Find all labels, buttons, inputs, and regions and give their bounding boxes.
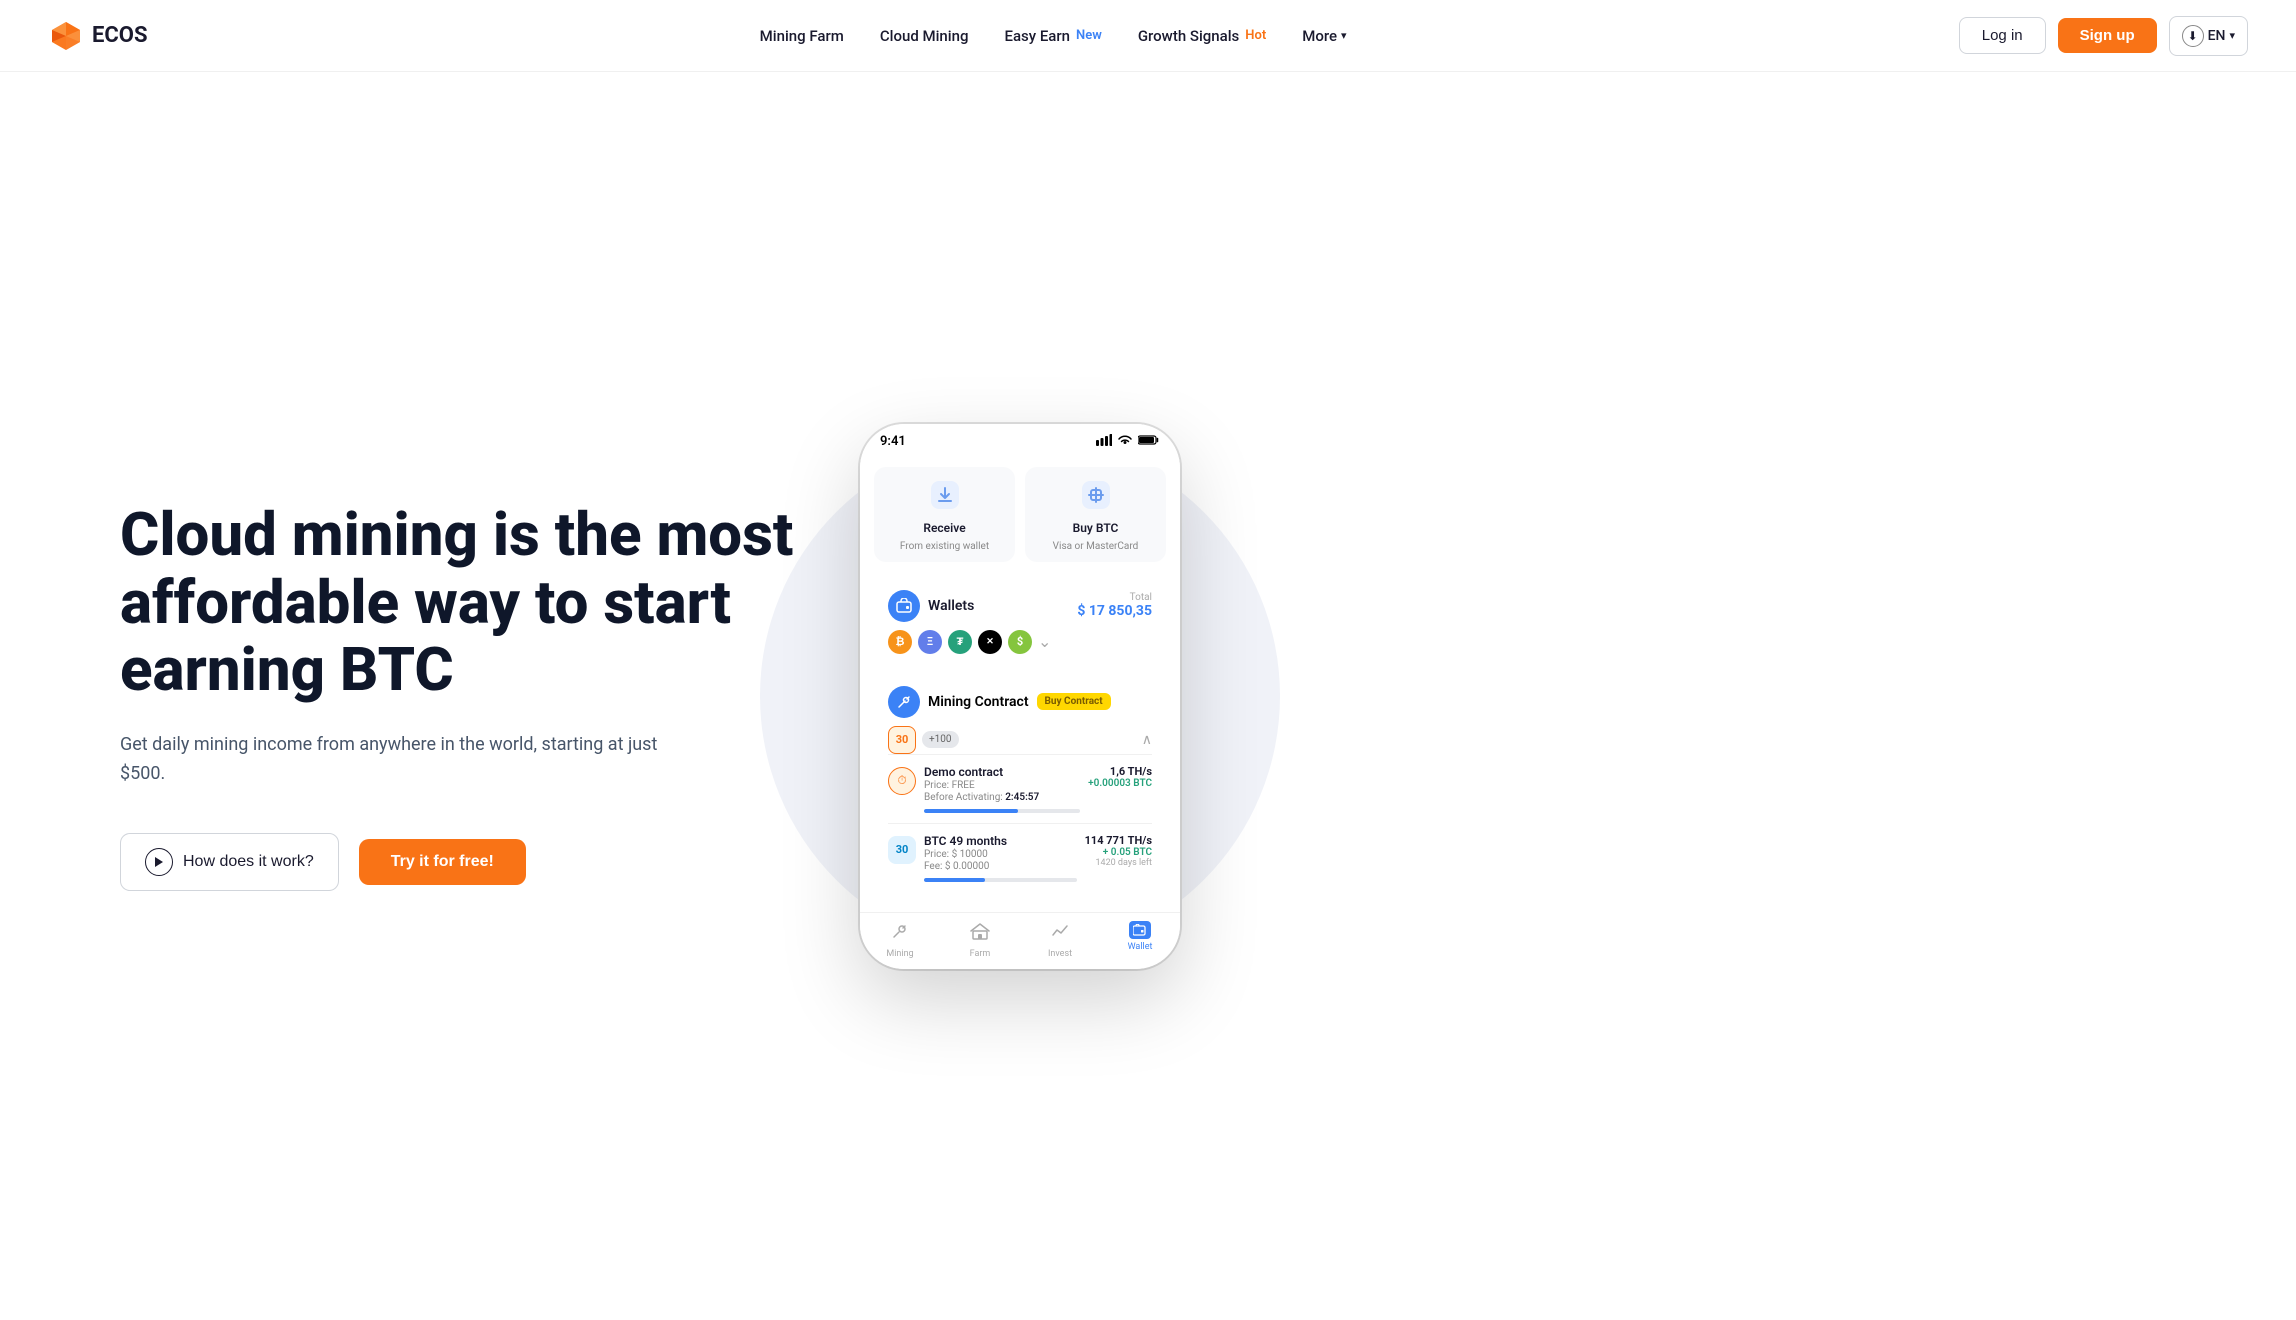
buy-btc-title: Buy BTC — [1073, 521, 1119, 535]
demo-contract-btc: +0.00003 BTC — [1088, 778, 1152, 789]
btc-contract-icon: 30 — [888, 836, 916, 864]
invest-tab-icon — [1050, 921, 1070, 946]
farm-tab-label: Farm — [970, 949, 991, 959]
battery-icon — [1138, 434, 1160, 449]
farm-tab-icon — [970, 921, 990, 946]
total-label: Total — [1077, 592, 1152, 603]
btc-contract-btc: + 0.05 BTC — [1085, 847, 1152, 858]
nav-tab-invest[interactable]: Invest — [1020, 921, 1100, 959]
mining-title: Mining Contract — [928, 694, 1029, 710]
invest-tab-label: Invest — [1048, 949, 1072, 959]
usdt-coin-icon: ₮ — [948, 630, 972, 654]
receive-title: Receive — [923, 521, 965, 535]
lang-selector[interactable]: ⬇ EN ▾ — [2169, 16, 2248, 56]
mining-chevron-up-icon[interactable]: ∧ — [1142, 732, 1152, 748]
nav-tab-mining[interactable]: Mining — [860, 921, 940, 959]
how-it-works-button[interactable]: How does it work? — [120, 833, 339, 891]
status-icons — [1096, 434, 1160, 449]
buy-btc-icon — [1082, 481, 1110, 515]
btc-contract-item: 30 BTC 49 months Price: $ 10000 Fee: $ 0… — [888, 823, 1152, 892]
nav-tab-farm[interactable]: Farm — [940, 921, 1020, 959]
signal-icon — [1096, 434, 1112, 449]
demo-contract-time: 2:45:57 — [1005, 792, 1039, 803]
wallets-icon — [888, 590, 920, 622]
btc-contract-price: Price: $ 10000 — [924, 849, 1077, 860]
hero-title: Cloud mining is the most affordable way … — [120, 501, 820, 703]
buy-contract-badge[interactable]: Buy Contract — [1037, 693, 1111, 710]
btc-contract-title: BTC 49 months — [924, 834, 1077, 848]
signup-button[interactable]: Sign up — [2058, 18, 2157, 53]
nav-tab-wallet[interactable]: Wallet — [1100, 921, 1180, 959]
status-bar: 9:41 — [860, 424, 1180, 455]
phone-bottom-nav: Mining Farm Invest — [860, 912, 1180, 969]
badge-new: New — [1076, 28, 1102, 43]
contract-count-row: 30 +100 ∧ — [888, 726, 1152, 754]
hero-actions: How does it work? Try it for free! — [120, 833, 820, 891]
eth-coin-icon: Ξ — [918, 630, 942, 654]
wallets-label: Wallets — [928, 598, 974, 614]
mining-icon — [888, 686, 920, 718]
receive-subtitle: From existing wallet — [900, 541, 989, 552]
demo-contract-item: ⏱ Demo contract Price: FREE Before Activ… — [888, 754, 1152, 823]
main-content: Cloud mining is the most affordable way … — [0, 72, 2296, 1320]
play-icon — [145, 848, 173, 876]
btc-contract-progress-fill — [924, 878, 985, 882]
demo-contract-before: Before Activating: 2:45:57 — [924, 792, 1080, 803]
more-contracts-badge: +100 — [922, 731, 959, 748]
demo-contract-title: Demo contract — [924, 765, 1080, 779]
download-icon: ⬇ — [2182, 25, 2204, 47]
badge-hot: Hot — [1245, 28, 1266, 43]
wallet-tab-label: Wallet — [1128, 942, 1153, 952]
demo-contract-progress-fill — [924, 809, 1018, 813]
contract-number-badge: 30 — [888, 726, 916, 754]
coin-row: ₿ Ξ ₮ ✕ $ ⌄ — [888, 630, 1152, 654]
mining-tab-icon — [890, 921, 910, 946]
mining-section: Mining Contract Buy Contract 30 +100 ∧ ⏱… — [874, 674, 1166, 904]
lang-chevron-icon: ▾ — [2229, 29, 2235, 42]
demo-contract-icon: ⏱ — [888, 767, 916, 795]
total-value: $ 17 850,35 — [1077, 603, 1152, 619]
logo-text: ECOS — [92, 23, 147, 48]
nav-easy-earn[interactable]: Easy Earn New — [990, 19, 1115, 53]
logo[interactable]: ECOS — [48, 18, 147, 54]
demo-contract-th: 1,6 TH/s — [1088, 765, 1152, 778]
phone-frame: 9:41 — [860, 424, 1180, 969]
wallets-section: Wallets Total $ 17 850,35 ₿ Ξ ₮ ✕ $ ⌄ — [874, 578, 1166, 666]
btc-contract-progress — [924, 878, 1077, 882]
hero-subtitle: Get daily mining income from anywhere in… — [120, 731, 680, 789]
nav-cloud-mining[interactable]: Cloud Mining — [866, 19, 983, 53]
demo-contract-progress — [924, 809, 1080, 813]
btc-coin-icon: ₿ — [888, 630, 912, 654]
status-time: 9:41 — [880, 434, 906, 449]
xrp-coin-icon: ✕ — [978, 630, 1002, 654]
buy-btc-card[interactable]: Buy BTC Visa or MasterCard — [1025, 467, 1166, 562]
buy-btc-subtitle: Visa or MasterCard — [1053, 541, 1139, 552]
try-free-button[interactable]: Try it for free! — [359, 839, 526, 885]
wifi-icon — [1117, 434, 1133, 449]
nav-more[interactable]: More ▾ — [1288, 19, 1360, 53]
receive-card[interactable]: Receive From existing wallet — [874, 467, 1015, 562]
demo-contract-price: Price: FREE — [924, 780, 1080, 791]
nav-mining-farm[interactable]: Mining Farm — [746, 19, 858, 53]
quick-actions: Receive From existing wallet Buy BTC Vis… — [860, 455, 1180, 570]
header: ECOS Mining Farm Cloud Mining Easy Earn … — [0, 0, 2296, 72]
btc-contract-days: 1420 days left — [1085, 858, 1152, 868]
nav-growth-signals[interactable]: Growth Signals Hot — [1124, 19, 1280, 53]
header-actions: Log in Sign up ⬇ EN ▾ — [1959, 16, 2248, 56]
usd-coin-icon: $ — [1008, 630, 1032, 654]
btc-contract-th: 114 771 TH/s — [1085, 834, 1152, 847]
chevron-down-icon: ▾ — [1341, 29, 1347, 42]
mining-tab-label: Mining — [886, 949, 913, 959]
btc-contract-fee: Fee: $ 0.00000 — [924, 861, 1077, 872]
hero-section: Cloud mining is the most affordable way … — [120, 501, 820, 890]
main-nav: Mining Farm Cloud Mining Easy Earn New G… — [746, 19, 1361, 53]
wallets-chevron-icon[interactable]: ⌄ — [1038, 632, 1051, 651]
phone-mockup: 9:41 — [860, 424, 1180, 969]
receive-icon — [931, 481, 959, 515]
login-button[interactable]: Log in — [1959, 17, 2046, 54]
wallet-tab-icon — [1129, 921, 1151, 939]
